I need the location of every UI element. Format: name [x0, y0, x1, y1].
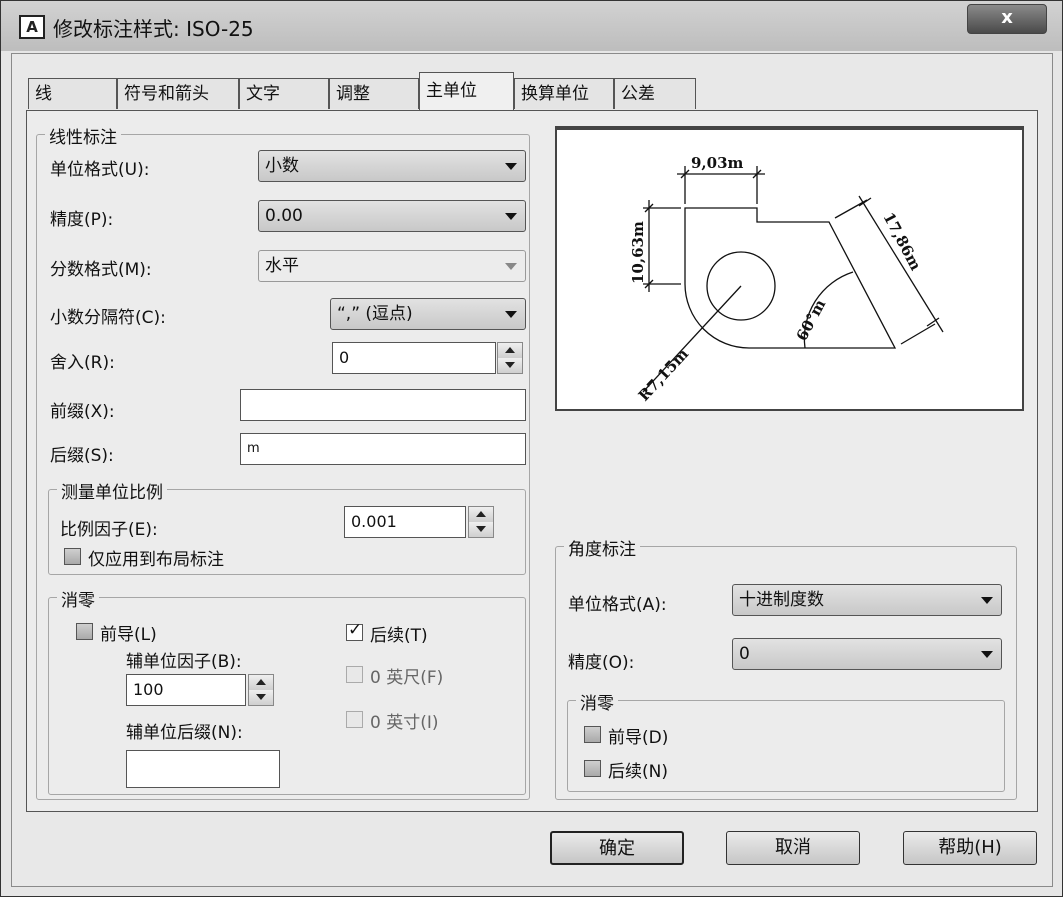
angular-precision-value: 0	[739, 644, 750, 664]
scale-factor-label: 比例因子(E):	[60, 520, 158, 540]
decimal-separator-value: “,” (逗点)	[337, 304, 413, 324]
tab-alternate-units[interactable]: 换算单位	[514, 78, 614, 109]
spin-down-icon[interactable]	[249, 690, 273, 705]
layout-only-checkbox[interactable]	[64, 548, 81, 565]
trailing-zero-checkbox[interactable]	[346, 620, 363, 641]
sub-units-factor-spinner[interactable]	[248, 674, 274, 706]
sub-units-suffix-input[interactable]	[126, 750, 280, 788]
zero-inches-label: 0 英寸(I)	[370, 713, 439, 733]
unit-format-label: 单位格式(U):	[50, 160, 150, 180]
decimal-separator-label: 小数分隔符(C):	[50, 308, 166, 328]
precision-select[interactable]: 0.00	[258, 200, 526, 232]
unit-format-select[interactable]: 小数	[258, 150, 526, 182]
angular-dimensions-title: 角度标注	[564, 535, 640, 560]
zero-suppression-title: 消零	[57, 586, 99, 611]
chevron-down-icon	[505, 311, 517, 318]
angular-precision-select[interactable]: 0	[732, 638, 1002, 670]
tab-symbols-arrows[interactable]: 符号和箭头	[117, 78, 239, 109]
measurement-scale-title: 测量单位比例	[57, 478, 167, 503]
tab-primary-units[interactable]: 主单位	[419, 72, 514, 110]
close-button[interactable]: x	[967, 4, 1047, 34]
angular-unit-format-value: 十进制度数	[739, 590, 824, 610]
prefix-input[interactable]	[240, 389, 526, 421]
sub-units-factor-label: 辅单位因子(B):	[126, 652, 242, 672]
angular-leading-zero-label: 前导(D)	[608, 728, 669, 748]
precision-label: 精度(P):	[50, 210, 114, 230]
angular-trailing-zero-checkbox[interactable]	[584, 760, 601, 777]
preview-dim-angle: 60°m	[793, 296, 830, 344]
angular-precision-label: 精度(O):	[568, 653, 635, 673]
zero-feet-label: 0 英尺(F)	[370, 668, 444, 688]
chevron-down-icon	[505, 263, 517, 270]
chevron-down-icon	[505, 163, 517, 170]
fraction-format-value: 水平	[265, 256, 299, 276]
zero-feet-checkbox[interactable]	[346, 666, 363, 683]
suffix-input[interactable]: m	[240, 433, 526, 465]
dimension-preview: 9,03m 10,63m 17,86m 60°m R7,15m	[555, 126, 1024, 411]
chevron-down-icon	[981, 651, 993, 658]
chevron-down-icon	[981, 597, 993, 604]
spin-up-icon[interactable]	[249, 675, 273, 691]
linear-dimensions-title: 线性标注	[45, 123, 121, 148]
tab-tolerances[interactable]: 公差	[614, 78, 696, 109]
fraction-format-select[interactable]: 水平	[258, 250, 526, 282]
preview-dim-left: 10,63m	[629, 221, 647, 284]
tab-lines[interactable]: 线	[28, 78, 117, 109]
round-off-label: 舍入(R):	[50, 353, 115, 373]
precision-value: 0.00	[265, 206, 303, 226]
round-off-input[interactable]: 0	[332, 342, 496, 374]
unit-format-value: 小数	[265, 156, 299, 176]
app-icon: A	[19, 15, 45, 39]
trailing-zero-label: 后续(T)	[370, 626, 428, 646]
scale-factor-input[interactable]: 0.001	[344, 506, 466, 538]
angular-trailing-zero-label: 后续(N)	[608, 762, 668, 782]
decimal-separator-select[interactable]: “,” (逗点)	[330, 298, 526, 330]
sub-units-suffix-label: 辅单位后缀(N):	[126, 723, 243, 743]
spin-down-icon[interactable]	[498, 358, 522, 373]
cancel-button[interactable]: 取消	[726, 831, 860, 865]
leading-zero-label: 前导(L)	[100, 625, 157, 645]
tab-fit[interactable]: 调整	[329, 78, 419, 109]
angular-leading-zero-checkbox[interactable]	[584, 726, 601, 743]
layout-only-label: 仅应用到布局标注	[88, 550, 224, 570]
suffix-label: 后缀(S):	[50, 446, 114, 466]
leading-zero-checkbox[interactable]	[76, 623, 93, 640]
angular-unit-format-label: 单位格式(A):	[568, 595, 667, 615]
fraction-format-label: 分数格式(M):	[50, 260, 152, 280]
spin-up-icon[interactable]	[498, 343, 522, 359]
preview-dim-top: 9,03m	[691, 154, 744, 172]
help-button[interactable]: 帮助(H)	[903, 831, 1037, 865]
tab-text[interactable]: 文字	[239, 78, 329, 109]
preview-dim-radius: R7,15m	[635, 345, 692, 405]
scale-factor-spinner[interactable]	[468, 506, 494, 538]
chevron-down-icon	[505, 213, 517, 220]
preview-dim-right: 17,86m	[879, 209, 924, 273]
prefix-label: 前缀(X):	[50, 402, 115, 422]
sub-units-factor-input[interactable]: 100	[126, 674, 246, 706]
angular-zero-suppression-title: 消零	[576, 689, 618, 714]
preview-drawing: 9,03m 10,63m 17,86m 60°m R7,15m	[629, 154, 944, 405]
spin-up-icon[interactable]	[469, 507, 493, 523]
ok-button[interactable]: 确定	[550, 831, 684, 865]
angular-unit-format-select[interactable]: 十进制度数	[732, 584, 1002, 616]
zero-inches-checkbox[interactable]	[346, 711, 363, 728]
window-title: 修改标注样式: ISO-25	[53, 17, 254, 41]
round-off-spinner[interactable]	[497, 342, 523, 374]
title-bar[interactable]: A 修改标注样式: ISO-25 x	[1, 1, 1062, 51]
spin-down-icon[interactable]	[469, 522, 493, 537]
